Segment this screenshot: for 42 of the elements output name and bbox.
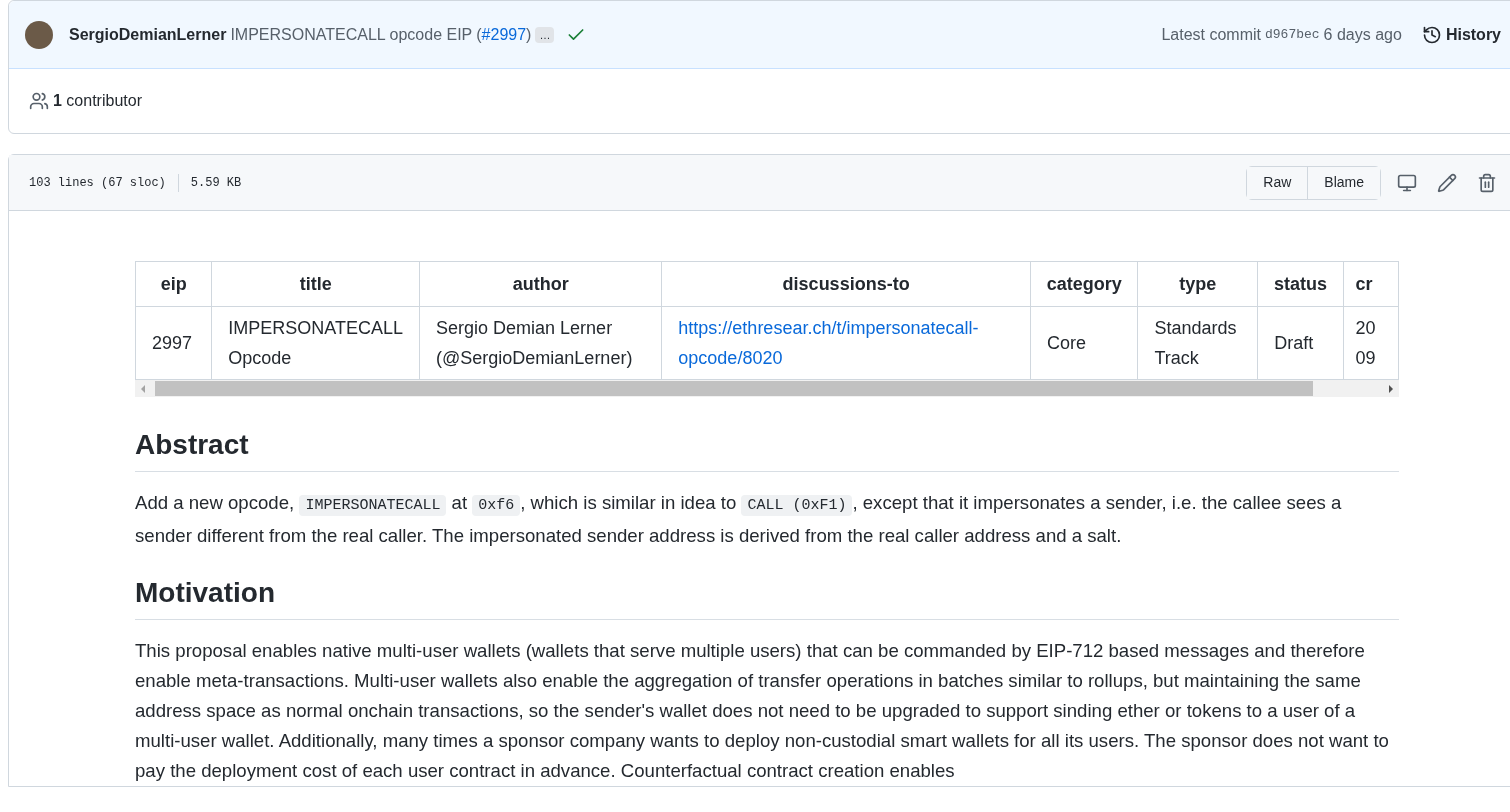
commit-message: IMPERSONATECALL opcode EIP [230, 24, 473, 45]
people-icon [29, 91, 49, 111]
table-cell: 2997 [135, 306, 212, 380]
line-count: 103 lines (67 sloc) [29, 173, 179, 192]
column-header: type [1137, 261, 1258, 307]
file-size: 5.59 KB [189, 174, 242, 192]
table-cell: 20 09 [1343, 306, 1399, 380]
commit-time: 6 days ago [1323, 24, 1402, 45]
desktop-icon[interactable] [1397, 172, 1417, 193]
column-header: author [419, 261, 662, 307]
column-header: status [1257, 261, 1344, 307]
section-heading: Abstract [135, 427, 1399, 472]
commit-label: Latest commit [1161, 24, 1261, 45]
pr-link[interactable]: #2997 [481, 22, 527, 47]
file-action-button[interactable]: Blame [1307, 166, 1380, 199]
section-paragraph: Add a new opcode, IMPERSONATECALL at 0xf6 , which is similar in idea to CALL (0xF1) , except that it impersonates a sender, i.e. the callee sees a sender different from the real caller. The impersonated sender address is derived from the real caller address and a salt. [135, 491, 1343, 548]
commit-author[interactable]: SergioDemianLerner [69, 22, 227, 47]
commit-sha[interactable]: d967bec [1265, 24, 1320, 45]
scroll-right-icon[interactable] [1389, 384, 1393, 393]
expand-button[interactable]: … [535, 26, 555, 43]
author-avatar[interactable] [25, 20, 53, 49]
history-icon [1421, 24, 1442, 45]
discussion-link[interactable]: https://ethresear.ch/t/impersonatecall- opcode/8020 [661, 306, 1031, 380]
edit-icon[interactable] [1437, 172, 1457, 193]
history-link[interactable]: History [1421, 22, 1501, 47]
table-cell: IMPERSONATECALL Opcode [211, 306, 420, 380]
column-header: title [211, 261, 420, 307]
section-paragraph: This proposal enables native multi-user wallets (wallets that serve multiple users) that can be commanded by EIP-712 based messages and therefore enable meta-transactions. Multi-user wallets also enable the aggregation of transfer operations in batches similar to rollups, but maintaining the same address space as normal onchain transactions, so the sender's wallet does not need to be upgraded to support sinding ether or tokens to a user of a multi-user wallet. Additionally, many times a sponsor company wants to deploy non-custodial smart wallets for all its users. The sponsor does not want to pay the deployment cost of each user contract in advance. Counterfactual contract creation enables [135, 639, 1390, 783]
horizontal-scrollbar[interactable] [135, 380, 1399, 397]
section-heading: Motivation [135, 575, 1399, 620]
table-cell: Draft [1257, 306, 1344, 380]
paren-text: ) [526, 24, 532, 45]
table-cell: Core [1030, 306, 1138, 380]
table-cell: Standards Track [1137, 306, 1258, 380]
column-header: category [1030, 261, 1138, 307]
contributor-count[interactable]: 1 contributor [53, 89, 142, 113]
delete-icon[interactable] [1477, 172, 1497, 193]
table-cell: Sergio Demian Lerner (@SergioDemianLerner) [419, 306, 662, 380]
column-header: eip [135, 261, 212, 307]
column-header: cr [1343, 261, 1399, 307]
paren-text: ( [476, 24, 482, 45]
column-header: discussions-to [661, 261, 1031, 307]
